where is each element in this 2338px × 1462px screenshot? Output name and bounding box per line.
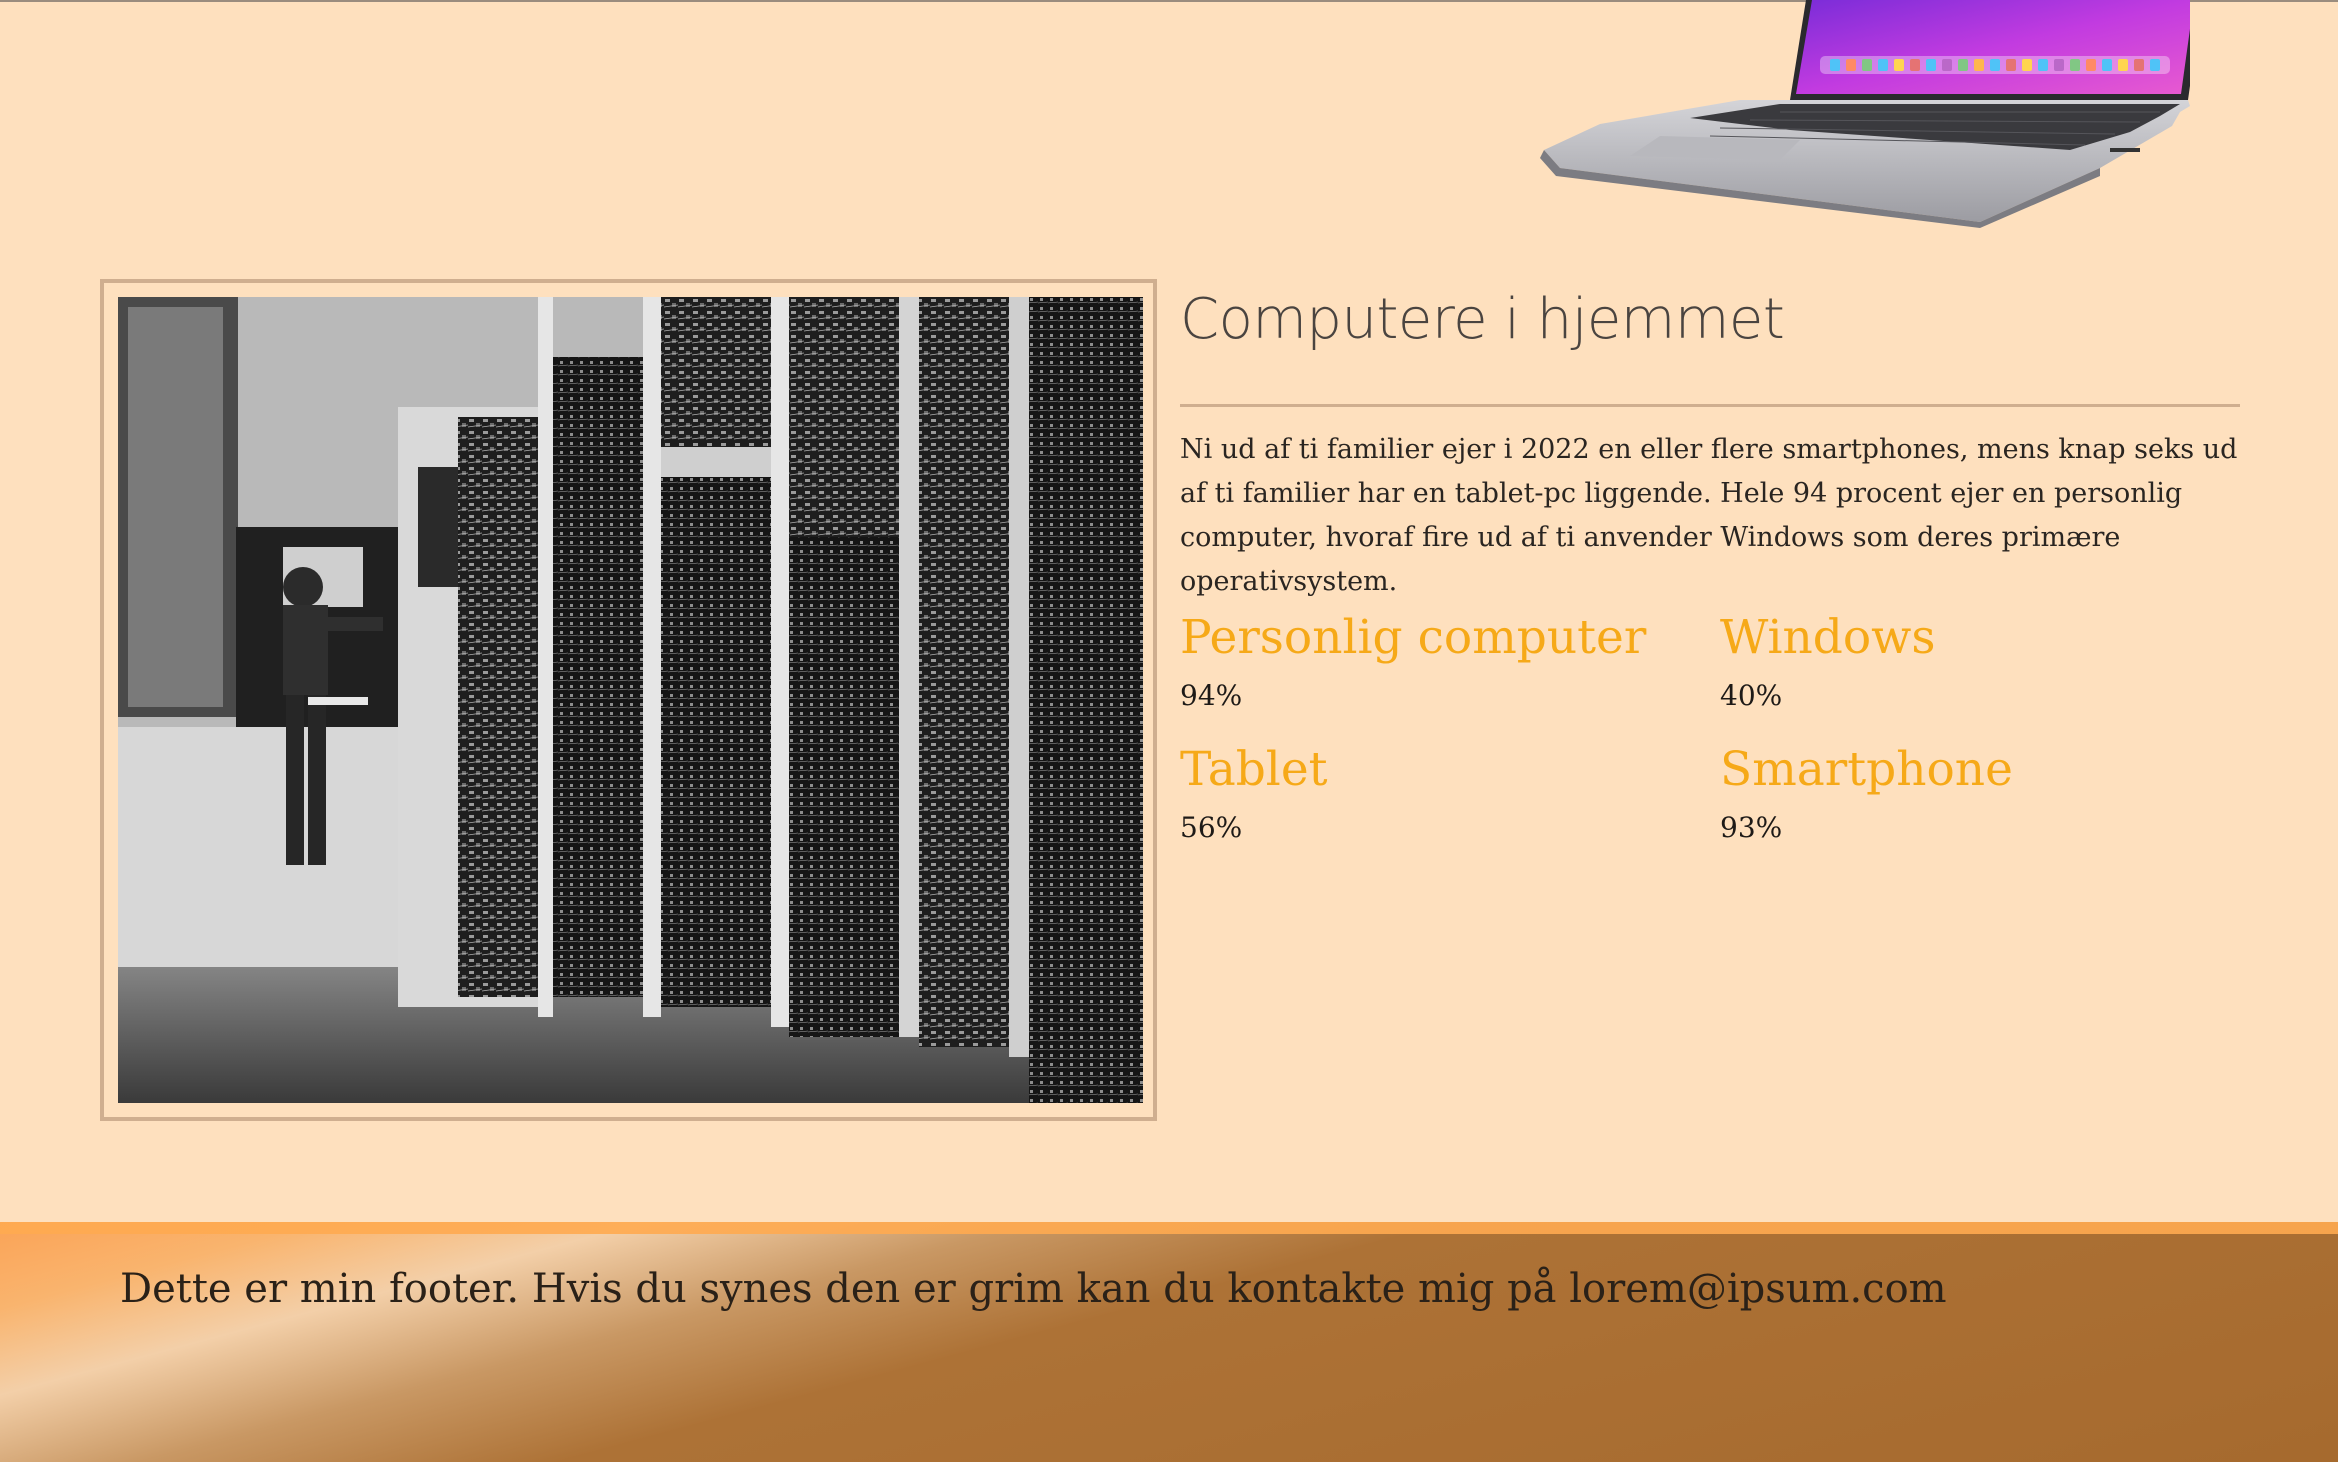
intro-paragraph: Ni ud af ti familier ejer i 2022 en elle… xyxy=(1180,434,2238,597)
stat-label-personal-computer: Personlig computer xyxy=(1180,610,1647,665)
stat-value-smartphone: 93% xyxy=(1720,811,1783,844)
footer-text: Dette er min footer. Hvis du synes den e… xyxy=(120,1266,1947,1312)
stat-value-windows: 40% xyxy=(1720,679,1783,712)
stat-label-windows: Windows xyxy=(1720,610,1936,665)
stat-label-smartphone: Smartphone xyxy=(1720,742,2013,797)
photo-frame xyxy=(100,279,1157,1121)
stat-value-personal-computer: 94% xyxy=(1180,679,1243,712)
page-title: Computere i hjemmet xyxy=(1180,287,1785,352)
laptop-image xyxy=(1540,0,2202,230)
stat-value-tablet: 56% xyxy=(1180,811,1243,844)
page-footer: Dette er min footer. Hvis du synes den e… xyxy=(0,1222,2338,1462)
stat-label-tablet: Tablet xyxy=(1180,742,1328,797)
mainframe-photo xyxy=(118,297,1143,1103)
title-divider xyxy=(1180,404,2240,407)
